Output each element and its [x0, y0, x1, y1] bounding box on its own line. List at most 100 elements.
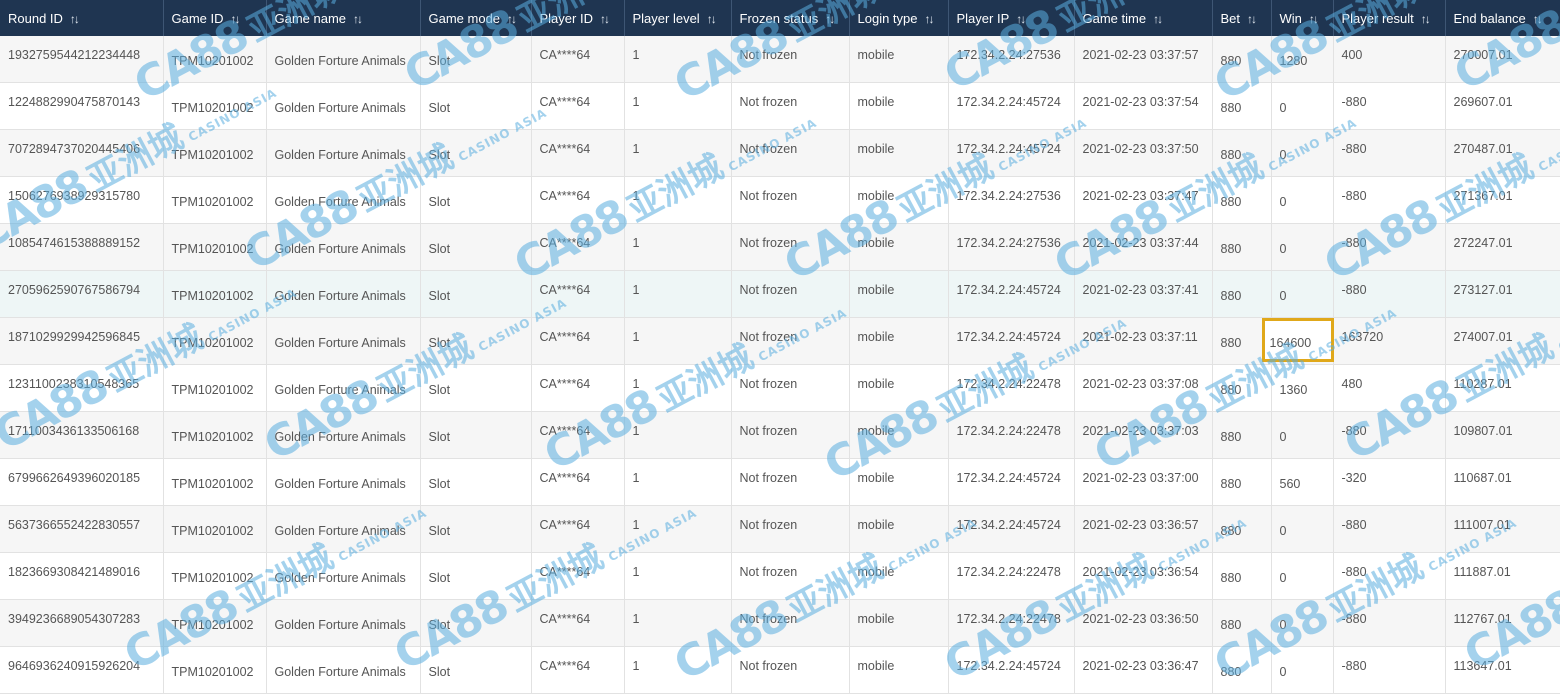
- cell-player-ip: 172.34.2.24:22478: [948, 552, 1075, 600]
- cell-player-result: -880: [1333, 82, 1446, 130]
- cell-player-result: -880: [1333, 505, 1446, 553]
- column-header-round-id[interactable]: Round ID ↑↓: [0, 0, 164, 36]
- sort-arrows-icon[interactable]: ↑↓: [70, 12, 80, 26]
- cell-value: 172.34.2.24:45724: [956, 659, 1061, 673]
- cell-bet: 880: [1212, 646, 1272, 694]
- cell-round-id: 6799662649396020185: [0, 458, 164, 506]
- column-header-player-level[interactable]: Player level ↑↓: [624, 0, 732, 36]
- cell-game-id: TPM10201002: [163, 82, 267, 130]
- table-row[interactable]: 1932759544212234448 TPM10201002 Golden For…: [0, 36, 1560, 83]
- column-header-game-name[interactable]: Game name ↑↓: [266, 0, 421, 36]
- cell-end-balance: 113647.01: [1445, 646, 1560, 694]
- cell-player-ip: 172.34.2.24:45724: [948, 505, 1075, 553]
- table-row[interactable]: 5637366552422830557 TPM10201002 Golden For…: [0, 505, 1560, 553]
- column-header-player-id[interactable]: Player ID ↑↓: [531, 0, 625, 36]
- cell-round-id: 9646936240915926204: [0, 646, 164, 694]
- sort-arrows-icon[interactable]: ↑↓: [925, 12, 935, 26]
- cell-bet: 880: [1212, 223, 1272, 271]
- table-row[interactable]: 1711003436133506168 TPM10201002 Golden For…: [0, 411, 1560, 459]
- column-header-game-time[interactable]: Game time ↑↓: [1074, 0, 1213, 36]
- sort-arrows-icon[interactable]: ↑↓: [1309, 12, 1319, 26]
- cell-value: 2021-02-23 03:37:00: [1082, 471, 1199, 485]
- cell-value: Not frozen: [739, 283, 798, 297]
- sort-arrows-icon[interactable]: ↑↓: [1153, 12, 1163, 26]
- cell-value: 2021-02-23 03:36:50: [1082, 612, 1199, 626]
- cell-value: 0: [1279, 148, 1287, 162]
- cell-win: 0: [1271, 176, 1334, 224]
- cell-value: 172.34.2.24:27536: [956, 189, 1061, 203]
- cell-value: 172.34.2.24:27536: [956, 48, 1061, 62]
- sort-arrows-icon[interactable]: ↑↓: [231, 12, 241, 26]
- cell-value: Golden Forture Animals: [274, 430, 406, 444]
- cell-round-id: 1932759544212234448: [0, 36, 164, 83]
- table-row[interactable]: 7072894737020445406 TPM10201002 Golden For…: [0, 129, 1560, 177]
- cell-game-time: 2021-02-23 03:37:11: [1074, 317, 1213, 365]
- cell-value: Golden Forture Animals: [274, 242, 406, 256]
- cell-player-ip: 172.34.2.24:45724: [948, 82, 1075, 130]
- table-row[interactable]: 9646936240915926204 TPM10201002 Golden For…: [0, 646, 1560, 694]
- cell-value: Golden Forture Animals: [274, 665, 406, 679]
- cell-login-type: mobile: [849, 599, 949, 647]
- cell-value: 2021-02-23 03:36:54: [1082, 565, 1199, 579]
- cell-value: 0: [1279, 242, 1287, 256]
- column-header-player-result[interactable]: Player result ↑↓: [1333, 0, 1446, 36]
- column-header-player-ip[interactable]: Player IP ↑↓: [948, 0, 1075, 36]
- cell-frozen-status: Not frozen: [731, 270, 850, 318]
- sort-arrows-icon[interactable]: ↑↓: [1533, 12, 1543, 26]
- cell-bet: 880: [1212, 411, 1272, 459]
- column-header-game-mode[interactable]: Game mode ↑↓: [420, 0, 532, 36]
- cell-value: TPM10201002: [171, 54, 254, 68]
- cell-value: 480: [1341, 377, 1363, 391]
- column-header-label: Login type: [857, 10, 918, 26]
- sort-arrows-icon[interactable]: ↑↓: [1247, 12, 1257, 26]
- sort-arrows-icon[interactable]: ↑↓: [600, 12, 610, 26]
- table-row[interactable]: 1823669308421489016 TPM10201002 Golden For…: [0, 552, 1560, 600]
- column-header-login-type[interactable]: Login type ↑↓: [849, 0, 949, 36]
- sort-arrows-icon[interactable]: ↑↓: [353, 12, 363, 26]
- cell-value: -880: [1341, 612, 1367, 626]
- column-header-label: Player IP: [956, 10, 1010, 26]
- table-row[interactable]: 1871029929942596845 TPM10201002 Golden For…: [0, 317, 1560, 365]
- table-row[interactable]: 2705962590767586794 TPM10201002 Golden For…: [0, 270, 1560, 318]
- table-row[interactable]: 1231100238310548365 TPM10201002 Golden For…: [0, 364, 1560, 412]
- column-header-win[interactable]: Win ↑↓: [1271, 0, 1334, 36]
- column-header-end-balance[interactable]: End balance ↑↓: [1445, 0, 1560, 36]
- column-header-frozen-status[interactable]: Frozen status ↑↓: [731, 0, 850, 36]
- cell-game-name: Golden Forture Animals: [266, 646, 421, 694]
- sort-arrows-icon[interactable]: ↑↓: [1421, 12, 1431, 26]
- table-row[interactable]: 1506276938929315780 TPM10201002 Golden For…: [0, 176, 1560, 224]
- cell-frozen-status: Not frozen: [731, 646, 850, 694]
- cell-bet: 880: [1212, 129, 1272, 177]
- cell-value: Golden Forture Animals: [274, 289, 406, 303]
- cell-login-type: mobile: [849, 458, 949, 506]
- cell-login-type: mobile: [849, 82, 949, 130]
- cell-game-mode: Slot: [420, 223, 532, 271]
- cell-value: 880: [1220, 195, 1242, 209]
- cell-game-id: TPM10201002: [163, 411, 267, 459]
- cell-player-level: 1: [624, 599, 732, 647]
- column-header-bet[interactable]: Bet ↑↓: [1212, 0, 1272, 36]
- table-row[interactable]: 3949236689054307283 TPM10201002 Golden For…: [0, 599, 1560, 647]
- sort-arrows-icon[interactable]: ↑↓: [1016, 12, 1026, 26]
- cell-value: Golden Forture Animals: [274, 524, 406, 538]
- cell-value: Slot: [428, 336, 451, 350]
- cell-round-id: 1224882990475870143: [0, 82, 164, 130]
- cell-win: 0: [1271, 82, 1334, 130]
- table-row[interactable]: 1085474615388889152 TPM10201002 Golden For…: [0, 223, 1560, 271]
- cell-value: mobile: [857, 95, 895, 109]
- column-header-label: Bet: [1220, 10, 1241, 26]
- table-row[interactable]: 1224882990475870143 TPM10201002 Golden For…: [0, 82, 1560, 130]
- cell-value: 172.34.2.24:45724: [956, 283, 1061, 297]
- sort-arrows-icon[interactable]: ↑↓: [707, 12, 717, 26]
- sort-arrows-icon[interactable]: ↑↓: [507, 12, 517, 26]
- cell-win: 0: [1271, 599, 1334, 647]
- cell-round-id: 1871029929942596845: [0, 317, 164, 365]
- sort-arrows-icon[interactable]: ↑↓: [825, 12, 835, 26]
- cell-value: Not frozen: [739, 330, 798, 344]
- cell-player-ip: 172.34.2.24:22478: [948, 364, 1075, 412]
- column-header-game-id[interactable]: Game ID ↑↓: [163, 0, 267, 36]
- table-row[interactable]: 6799662649396020185 TPM10201002 Golden For…: [0, 458, 1560, 506]
- cell-value: 0: [1279, 101, 1287, 115]
- cell-value: 1506276938929315780: [8, 189, 141, 203]
- cell-value: Golden Forture Animals: [274, 477, 406, 491]
